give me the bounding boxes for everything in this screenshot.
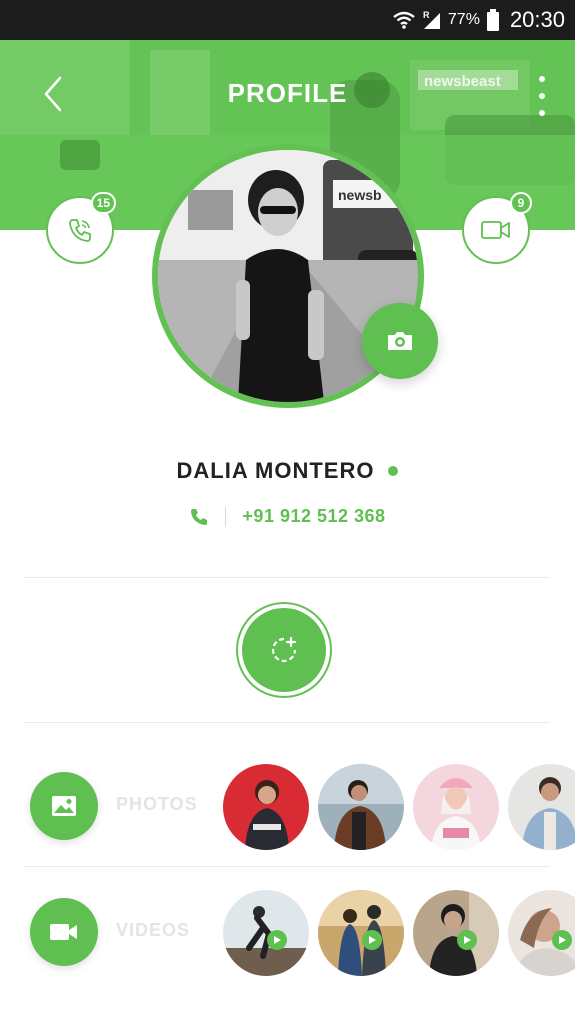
photo-thumbnail[interactable] [413,764,499,850]
divider [24,722,550,723]
camera-icon [388,332,412,350]
profile-name: DALIA MONTERO [176,458,375,483]
video-thumbnail-image [318,890,404,976]
phone-icon [191,508,208,525]
photo-thumbnail[interactable] [223,764,309,850]
profile-name-row: DALIA MONTERO [0,458,575,484]
call-button[interactable]: 15 [46,192,116,264]
photo-thumbnail-image [318,764,404,850]
status-icons: R 77% 20:30 [392,0,565,40]
video-call-button[interactable]: 9 [462,192,532,264]
add-story-icon [271,636,297,663]
clock: 20:30 [509,7,565,32]
photo-thumbnail-image [223,764,309,850]
divider [24,577,550,578]
svg-text:newsb: newsb [338,187,382,203]
videos-button[interactable] [30,898,98,966]
signal-icon: R [422,9,442,31]
photo-thumbnail-image [508,764,575,850]
more-vertical-icon-dot [539,110,545,116]
image-icon [52,796,76,816]
wifi-icon [392,10,416,30]
battery-percent: 77% [447,11,480,28]
profile-phone-row[interactable]: +91 912 512 368 [0,506,575,527]
svg-text:R: R [423,10,430,20]
video-camera-icon [481,221,510,239]
play-icon [267,930,287,950]
video-thumbnail-image [413,890,499,976]
add-story-button-inner [242,608,326,692]
more-menu-button[interactable] [533,76,551,116]
photos-label: PHOTOS [116,794,198,814]
phone-number: +91 912 512 368 [242,506,386,526]
status-bar: R 77% 20:30 [0,0,575,40]
change-photo-button[interactable] [362,303,438,379]
photos-row: PHOTOS [0,756,575,856]
play-icon [362,930,382,950]
photo-thumbnail[interactable] [508,764,575,850]
phone-separator [225,506,227,527]
photos-button[interactable] [30,772,98,840]
more-vertical-icon-dot [539,76,545,82]
battery-icon [486,9,500,31]
video-thumbnail[interactable] [508,890,575,976]
call-count-badge: 15 [90,192,116,214]
videos-label: VIDEOS [116,920,191,940]
phone-call-icon [69,219,91,242]
videos-row: VIDEOS [0,882,575,982]
divider [24,866,550,867]
play-icon [457,930,477,950]
online-status-dot [388,466,399,476]
more-vertical-icon-dot [539,93,545,99]
video-count-badge: 9 [510,192,532,214]
video-camera-icon [50,924,77,940]
add-story-button[interactable] [236,602,332,698]
video-thumbnail[interactable] [413,890,499,976]
photo-thumbnail-image [413,764,499,850]
play-icon [552,930,572,950]
photo-thumbnail[interactable] [318,764,404,850]
page-title: PROFILE [227,78,348,108]
video-thumbnail[interactable] [318,890,404,976]
video-thumbnail-image [223,890,309,976]
video-thumbnail[interactable] [223,890,309,976]
